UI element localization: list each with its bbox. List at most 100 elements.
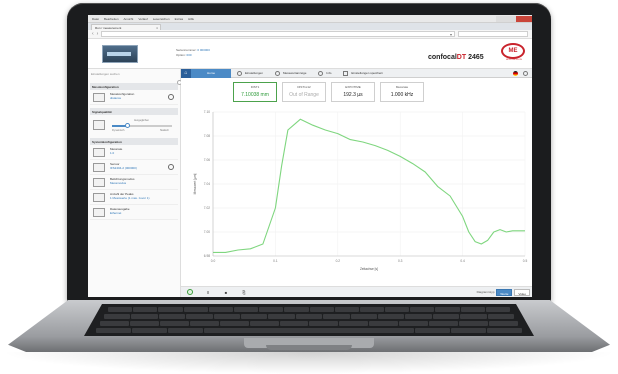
keyboard xyxy=(84,304,534,336)
value-tile[interactable]: EXPOTIME 192.3 µs xyxy=(331,82,375,102)
tab-title: Run / measurement xyxy=(95,26,122,30)
back-icon[interactable]: ‹ xyxy=(92,31,94,37)
exposure-icon xyxy=(93,178,105,187)
main-panel: DIST1 7.10038 mm DIST1x12 Out of Range E… xyxy=(181,78,532,297)
menu-item[interactable]: Bearbeiten xyxy=(104,17,119,21)
value-tile[interactable]: DIST1 7.10038 mm xyxy=(233,82,277,102)
menu-item[interactable]: Lesezeichen xyxy=(153,17,170,21)
measurement-icon xyxy=(93,93,105,102)
value-tiles: DIST1 7.10038 mm DIST1x12 Out of Range E… xyxy=(233,82,424,102)
browser-tabbar: Run / measurement × xyxy=(88,23,532,30)
y-tick-label: 7.10 xyxy=(204,110,210,114)
mode-values-button[interactable]: Werte xyxy=(496,288,513,296)
pause-button[interactable]: Ⅱ xyxy=(199,287,217,298)
display-label: Diagrammtyp xyxy=(476,290,495,294)
y-axis-label: Messwert [µm] xyxy=(193,173,197,194)
menu-item[interactable]: Extras xyxy=(175,17,184,21)
tab-home[interactable]: Home xyxy=(191,68,231,78)
slider-handle[interactable] xyxy=(125,123,130,128)
y-tick-label: 6.98 xyxy=(204,254,210,258)
gauge-icon xyxy=(275,70,281,76)
product-title: confocalDT 2465 xyxy=(428,54,484,61)
maximize-button[interactable] xyxy=(506,15,516,22)
device-info: Seriennummer: 0 000000 Option: 000 xyxy=(176,48,210,57)
value-tile[interactable]: DIST1x12 Out of Range xyxy=(282,82,326,102)
y-tick-label: 7.04 xyxy=(204,182,210,186)
menu-item[interactable]: Verlauf xyxy=(138,17,147,21)
sidebar-item-measurement[interactable]: Messkonfiguration distance xyxy=(90,90,178,105)
export-button[interactable]: ⎘ xyxy=(235,287,253,298)
signal-quality-slider[interactable]: Ausgeglichen Dynamisch Statisch xyxy=(90,115,178,135)
menu-item[interactable]: Datei xyxy=(92,17,99,21)
sidebar-item-rate[interactable]: Messrate 1.0 xyxy=(90,145,178,160)
settings-search-input[interactable]: Einstellungen suchen xyxy=(88,69,181,78)
sidebar-item-sensor[interactable]: Sensor IFS2404-2 (000000) xyxy=(90,160,178,175)
tab-settings[interactable]: Einstellungen xyxy=(231,69,269,78)
section-header: Messkonfiguration xyxy=(90,83,178,90)
laptop-notch xyxy=(266,345,352,350)
x-axis-label: Zeitachse [s] xyxy=(360,267,378,271)
x-tick-label: 0.4 xyxy=(460,259,465,263)
play-button[interactable] xyxy=(181,287,199,298)
menu-item[interactable]: Ansicht xyxy=(124,17,134,21)
stop-button[interactable]: ■ xyxy=(217,287,235,298)
x-tick-label: 0.1 xyxy=(273,259,278,263)
y-tick-label: 7.06 xyxy=(204,158,210,162)
home-icon[interactable]: ⌂ xyxy=(181,68,191,78)
browser-search-input[interactable] xyxy=(458,31,528,37)
x-tick-label: 0.5 xyxy=(523,259,528,263)
browser-addressbar: ‹ › ▾ xyxy=(88,30,532,39)
sidebar-item-peaks[interactable]: Anzahl der Peaks 1 Messwerte (1 max. zuv… xyxy=(90,190,178,205)
gear-icon[interactable] xyxy=(168,94,174,100)
play-icon xyxy=(187,289,193,295)
signal-icon xyxy=(93,120,105,130)
close-window-button[interactable] xyxy=(516,15,532,22)
app-body: Messkonfiguration Messkonfiguration dist… xyxy=(88,78,532,297)
laptop-shadow xyxy=(0,352,618,374)
y-tick-label: 7.02 xyxy=(204,206,210,210)
series-line xyxy=(213,118,525,253)
main-nav: ⌂ Home Einstellungen Messwertanzeige Inf… xyxy=(181,68,532,78)
peaks-icon xyxy=(93,193,105,202)
gear-icon[interactable] xyxy=(168,164,174,170)
window-controls xyxy=(496,15,532,23)
language-flag-icon[interactable] xyxy=(513,71,518,76)
company-logo: ME MICRO-EPSILON xyxy=(501,43,527,63)
section-header: Systemkonfiguration xyxy=(90,138,178,145)
url-input[interactable]: ▾ xyxy=(101,31,455,37)
x-tick-label: 0.3 xyxy=(398,259,403,263)
app-header: Seriennummer: 0 000000 Option: 000 confo… xyxy=(88,39,532,69)
sidebar: Messkonfiguration Messkonfiguration dist… xyxy=(88,78,181,297)
slider-track[interactable] xyxy=(112,123,172,128)
y-tick-label: 7.08 xyxy=(204,134,210,138)
mode-video-button[interactable]: Video xyxy=(514,288,530,296)
section-header: Signalqualität xyxy=(90,108,178,115)
settings-icon xyxy=(237,70,242,76)
browser-tab[interactable]: Run / measurement × xyxy=(91,24,161,30)
tab-measurement-display[interactable]: Messwertanzeige xyxy=(269,69,312,78)
tab-info[interactable]: Info xyxy=(312,69,337,78)
rate-icon xyxy=(93,148,105,157)
minimize-button[interactable] xyxy=(496,15,506,22)
sidebar-item-output[interactable]: Datenausgabe Ethernet xyxy=(90,205,178,220)
laptop-mockup: Datei Bearbeiten Ansicht Verlauf Lesezei… xyxy=(0,0,618,374)
browser-menubar: Datei Bearbeiten Ansicht Verlauf Lesezei… xyxy=(88,15,532,23)
output-icon xyxy=(93,208,105,217)
nav-row: Einstellungen suchen ⌂ Home Einstellunge… xyxy=(88,68,532,78)
y-tick-label: 7.00 xyxy=(204,230,210,234)
save-icon xyxy=(343,70,349,76)
device-image xyxy=(102,45,138,63)
value-tile[interactable]: Messrate 1.000 kHz xyxy=(380,82,424,102)
measurement-chart[interactable]: 7.10 7.08 7.06 7.04 7.02 7.00 6.980.0 0.1 0.2 0.3… xyxy=(189,106,531,276)
forward-icon[interactable]: › xyxy=(97,31,99,37)
info-icon xyxy=(318,70,324,76)
x-tick-label: 0.0 xyxy=(211,259,216,263)
sidebar-item-exposure[interactable]: Belichtungsmodus Messmodus xyxy=(90,175,178,190)
dropdown-icon[interactable]: ▾ xyxy=(450,32,452,37)
x-tick-label: 0.2 xyxy=(336,259,341,263)
save-settings-button[interactable]: Einstellungen speichern xyxy=(337,69,389,78)
menu-item[interactable]: Hilfe xyxy=(188,17,194,21)
gear-icon[interactable] xyxy=(523,71,528,76)
close-tab-icon[interactable]: × xyxy=(156,26,158,30)
laptop-screen: Datei Bearbeiten Ansicht Verlauf Lesezei… xyxy=(88,15,532,297)
